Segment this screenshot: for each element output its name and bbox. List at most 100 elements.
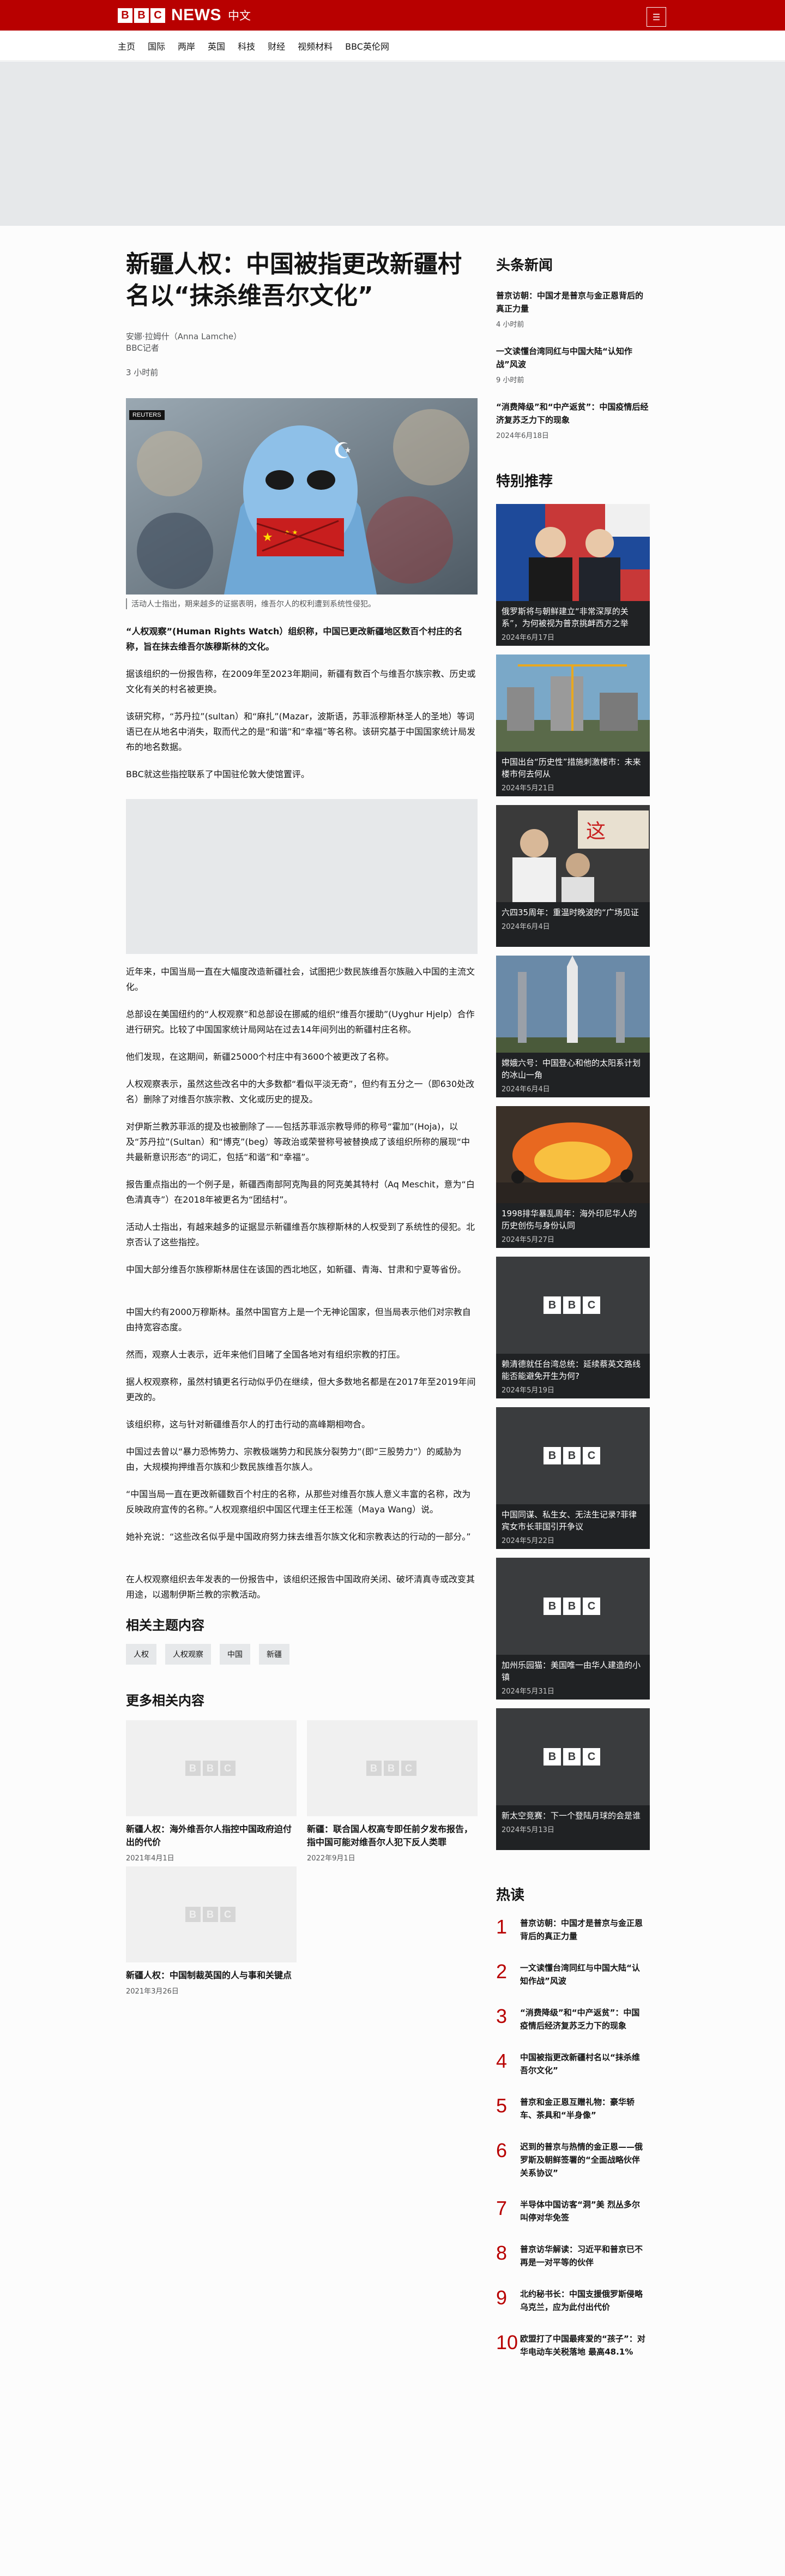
article-lead: “人权观察”(Human Rights Watch）组织称，中国已更改新疆地区数… [126, 626, 463, 652]
featured-card-date: 2024年5月27日 [502, 1236, 554, 1244]
featured-card-title: 1998排华暴乱周年：海外印尼华人的历史创伤与身份认同 [502, 1209, 637, 1230]
most-read-title-text: 半导体中国访客“洞”美 烈丛多尔叫停对华免签 [520, 2200, 640, 2223]
featured-card-title: 嫦娥六号：中国登心和他的太阳系计划的冰山一角 [502, 1058, 641, 1080]
bbc-placeholder-logo: B B C [544, 1748, 602, 1766]
article-timestamp: 3 小时前 [126, 368, 159, 377]
most-read-item[interactable]: 9 北约秘书长：中国支援俄罗斯侵略乌克兰，应为此付出代价 [496, 2287, 650, 2314]
nav-item-cross-strait[interactable]: 两岸 [178, 39, 195, 52]
most-read-item[interactable]: 5 普京和金正恩互赠礼物：豪华轿车、茶具和“半身像” [496, 2095, 650, 2122]
most-read-item[interactable]: 6 迟到的普京与热情的金正恩——俄罗斯及朝鲜签署的“全面战略伙伴关系协议” [496, 2140, 650, 2179]
featured-card-title: 俄罗斯将与朝鲜建立“非常深厚的关系”，为何被视为普京挑衅西方之举 [502, 607, 629, 628]
image-caption: 活动人士指出，期来越多的证据表明，维吾尔人的权利遭到系统性侵犯。 [126, 598, 478, 609]
featured-image [496, 504, 650, 601]
featured-placeholder-image: B B C [496, 1257, 650, 1354]
menu-button[interactable]: ☰ [647, 7, 666, 27]
article-paragraph: 报告重点指出的一个例子是，新疆西南部阿克陶县的阿克美其特村（Aq Meschit… [126, 1179, 475, 1205]
most-read-rank: 8 [496, 2242, 508, 2264]
featured-card[interactable]: B B C 新太空竞赛：下一个登陆月球的会是谁 2024年5月13日 [496, 1708, 650, 1850]
most-read-item[interactable]: 10 欧盟打了中国最疼爱的“孩子”：对华电动车关税落地 最高48.1% [496, 2332, 650, 2358]
bbc-placeholder-logo: B B C [544, 1296, 602, 1314]
bbc-news-logo[interactable]: B B C NEWS 中文 [118, 6, 251, 24]
featured-card-date: 2024年6月17日 [502, 634, 554, 642]
most-read-title-text: 普京和金正恩互赠礼物：豪华轿车、茶具和“半身像” [520, 2097, 635, 2120]
featured-card[interactable]: 嫦娥六号：中国登心和他的太阳系计划的冰山一角 2024年6月4日 [496, 956, 650, 1097]
logo-letter: B [563, 1748, 581, 1766]
top-story-time: 9 小时前 [496, 376, 524, 385]
logo-letter: B [544, 1296, 561, 1314]
featured-card[interactable]: 这 六四35周年：重温时晚波的“广场见证 2024年6月4日 [496, 805, 650, 947]
article-paragraph: 对伊斯兰教苏菲派的提及也被删除了——包括苏菲派宗教导师的称号“霍加”(Hoja)… [126, 1121, 470, 1162]
topic-tag[interactable]: 新疆 [259, 1644, 289, 1665]
topic-tag[interactable]: 人权观察 [165, 1644, 211, 1665]
logo-letter: C [220, 1761, 235, 1776]
article-paragraph: 近年来，中国当局一直在大幅度改造新疆社会，试图把少数民族维吾尔族融入中国的主流文… [126, 966, 475, 992]
related-card[interactable]: B B C 新疆：联合国人权高专即任前夕发布报告，指中国可能对维吾尔人犯下反人类… [307, 1720, 478, 1863]
top-story-item[interactable]: 一文读懂台湾同红与中国大陆“认知作战”风波 9 小时前 [496, 345, 650, 385]
most-read-title-text: 普京访华解读：习近平和普京已不再是一对平等的伙伴 [520, 2244, 643, 2267]
logo-letter: B [185, 1907, 201, 1922]
related-card[interactable]: B B C 新疆人权：中国制裁英国的人与事和关键点 2021年3月26日 [126, 1866, 297, 1996]
article-paragraph: 她补充说：“这些改名似乎是中国政府努力抹去维吾尔族文化和宗教表达的行动的一部分。… [126, 1532, 471, 1542]
featured-card-date: 2024年5月31日 [502, 1688, 554, 1696]
nav-item-bbc-uk[interactable]: BBC英伦网 [345, 39, 389, 52]
featured-card[interactable]: B B C 加州乐园猫：美国唯一由华人建造的小镇 2024年5月31日 [496, 1558, 650, 1700]
most-read-item[interactable]: 8 普京访华解读：习近平和普京已不再是一对平等的伙伴 [496, 2243, 650, 2269]
bbc-placeholder-logo: B B C [185, 1907, 238, 1922]
logo-letter: C [583, 1447, 600, 1464]
most-read-item[interactable]: 1 普京访朝：中国才是普京与金正恩背后的真正力量 [496, 1917, 650, 1943]
more-content-title: 更多相关内容 [126, 1693, 204, 1708]
hero-image: ☪ ★ ★ ★ [126, 398, 478, 595]
top-stories-title: 头条新闻 [496, 257, 553, 274]
article-paragraph: BBC就这些指控联系了中国驻伦敦大使馆置评。 [126, 769, 310, 779]
article-paragraph: 人权观察表示，虽然这些改名中的大多数都“看似平淡无奇”，但约有五分之一（即630… [126, 1079, 475, 1104]
nav-item-business[interactable]: 财经 [268, 39, 285, 52]
logo-letter: B [202, 1907, 218, 1922]
logo-letter: B [185, 1761, 201, 1776]
most-read-item[interactable]: 7 半导体中国访客“洞”美 烈丛多尔叫停对华免签 [496, 2198, 650, 2224]
top-story-title: 一文读懂台湾同红与中国大陆“认知作战”风波 [496, 346, 632, 369]
top-ad-placeholder [0, 62, 785, 226]
top-story-title: “消费降级”和“中产返贫”：中国疫情后经济复苏乏力下的现象 [496, 402, 649, 425]
logo-letter: C [583, 1598, 600, 1615]
article-paragraph: 中国大部分维吾尔族穆斯林居住在该国的西北地区，如新疆、青海、甘肃和宁夏等省份。 [126, 1264, 467, 1275]
image-credit-badge: REUTERS [129, 410, 165, 420]
logo-letter-c: C [150, 8, 165, 23]
card-date: 2021年4月1日 [126, 1854, 174, 1863]
most-read-title-text: 中国被指更改新疆村名以“抹杀维吾尔文化” [520, 2052, 640, 2075]
logo-letter: C [220, 1907, 235, 1922]
most-read-item[interactable]: 3 “消费降级”和“中产返贫”：中国疫情后经济复苏乏力下的现象 [496, 2006, 650, 2032]
topic-tag[interactable]: 中国 [220, 1644, 250, 1665]
most-read-rank: 7 [496, 2197, 508, 2219]
card-title: 新疆人权：中国制裁英国的人与事和关键点 [126, 1970, 292, 1980]
logo-letter: B [544, 1447, 561, 1464]
card-placeholder-image: B B C [126, 1866, 297, 1962]
featured-card[interactable]: B B C 赖清德就任台湾总统：延续蔡英文路线能否能避免开生为何? 2024年5… [496, 1257, 650, 1398]
featured-card[interactable]: 1998排华暴乱周年：海外印尼华人的历史创伤与身份认同 2024年5月27日 [496, 1106, 650, 1248]
top-story-item[interactable]: 普京访朝：中国才是普京与金正恩背后的真正力量 4 小时前 [496, 289, 650, 329]
most-read-rank: 2 [496, 1960, 508, 1983]
nav-item-uk[interactable]: 英国 [208, 39, 225, 52]
featured-card-date: 2024年6月4日 [502, 1085, 550, 1094]
most-read-item[interactable]: 2 一文读懂台湾同红与中国大陆“认知作战”风波 [496, 1961, 650, 1987]
featured-image: 这 [496, 805, 650, 902]
nav-item-video[interactable]: 视频材料 [298, 39, 333, 52]
bbc-placeholder-logo: B B C [544, 1598, 602, 1615]
nav-item-world[interactable]: 国际 [148, 39, 165, 52]
related-card[interactable]: B B C 新疆人权：海外维吾尔人指控中国政府迫付出的代价 2021年4月1日 [126, 1720, 297, 1863]
featured-card[interactable]: 中国出台“历史性”措施刺激楼市：未来楼市何去何从 2024年5月21日 [496, 654, 650, 796]
featured-card[interactable]: B B C 中国同谋、私生女、无法生记录?菲律宾女市长菲国引开争议 2024年5… [496, 1407, 650, 1549]
featured-image [496, 1106, 650, 1203]
logo-letter: C [401, 1761, 416, 1776]
most-read-item[interactable]: 4 中国被指更改新疆村名以“抹杀维吾尔文化” [496, 2051, 650, 2077]
topic-tag[interactable]: 人权 [126, 1644, 156, 1665]
card-title: 新疆：联合国人权高专即任前夕发布报告，指中国可能对维吾尔人犯下反人类罪 [307, 1824, 473, 1847]
article-paragraph: 据该组织的一份报告称，在2009年至2023年期间，新疆有数百个与维吾尔族宗教、… [126, 669, 476, 694]
featured-card[interactable]: 俄罗斯将与朝鲜建立“非常深厚的关系”，为何被视为普京挑衅西方之举 2024年6月… [496, 504, 650, 646]
nav-item-tech[interactable]: 科技 [238, 39, 255, 52]
most-read-rank: 9 [496, 2286, 508, 2309]
featured-card-date: 2024年5月21日 [502, 784, 554, 792]
top-story-item[interactable]: “消费降级”和“中产返贫”：中国疫情后经济复苏乏力下的现象 2024年6月18日 [496, 400, 650, 440]
inline-ad-placeholder [126, 799, 478, 954]
most-read-title: 热读 [496, 1887, 525, 1904]
nav-item-home[interactable]: 主页 [118, 39, 135, 52]
